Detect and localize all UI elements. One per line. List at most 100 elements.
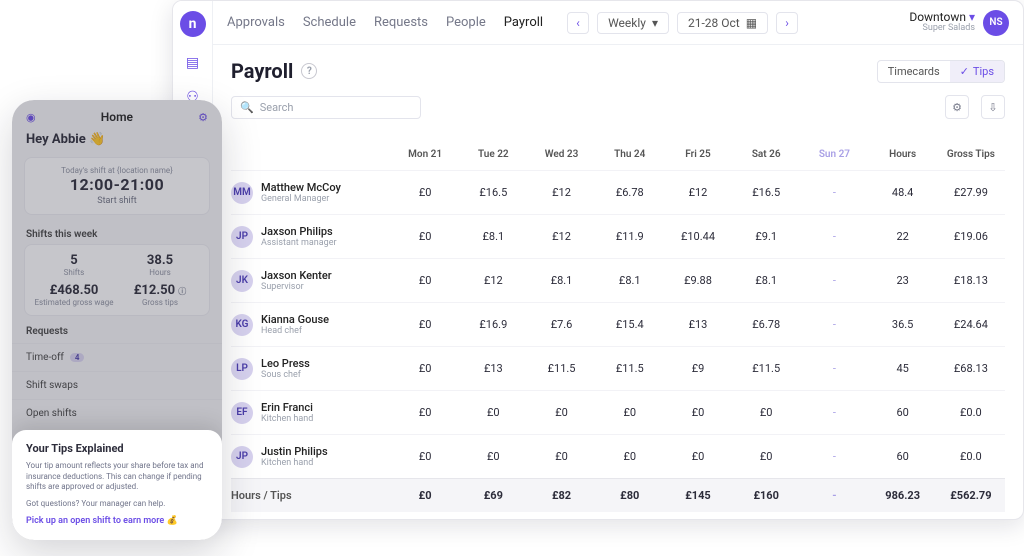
- mobile-title: Home: [36, 110, 199, 124]
- employee-name: Leo Press: [261, 357, 310, 370]
- employee-name: Kianna Gouse: [261, 313, 329, 326]
- avatar: LP: [231, 358, 253, 380]
- user-avatar[interactable]: NS: [983, 10, 1009, 36]
- shift-subtitle: Today's shift at {location name}: [35, 166, 199, 175]
- col-mon: Mon 21: [391, 139, 459, 171]
- settings-button[interactable]: ⚙: [945, 95, 969, 119]
- stat-est-wage: £468.50Estimated gross wage: [31, 283, 117, 307]
- tip-cell: £0: [391, 303, 459, 347]
- requests-label: Requests: [12, 316, 222, 341]
- tip-cell: £0: [527, 391, 595, 435]
- location-switcher[interactable]: Downtown ▾ Super Salads: [909, 11, 975, 34]
- mobile-header: ◉ Home ⚙: [12, 100, 222, 128]
- export-button[interactable]: ⇩: [981, 95, 1005, 119]
- employee-cell[interactable]: JPJaxson PhilipsAssistant manager: [231, 215, 391, 259]
- tip-cell: £9: [664, 347, 732, 391]
- start-shift-action[interactable]: Start shift: [35, 196, 199, 206]
- gear-icon[interactable]: ⚙: [198, 111, 208, 124]
- desktop-window: n ▤ ⚇ Approvals Schedule Requests People…: [172, 0, 1024, 520]
- badge-count: 4: [70, 353, 85, 362]
- table-row[interactable]: MMMatthew McCoyGeneral Manager£0£16.5£12…: [231, 171, 1005, 215]
- tip-cell: £16.9: [459, 303, 527, 347]
- period-prev-button[interactable]: ‹: [567, 12, 589, 34]
- nav-requests[interactable]: Requests: [374, 15, 428, 30]
- employee-role: Kitchen hand: [261, 414, 313, 424]
- tip-cell: £15.4: [596, 303, 664, 347]
- employee-cell[interactable]: LPLeo PressSous chef: [231, 347, 391, 391]
- stats-card: 5Shifts 38.5Hours £468.50Estimated gross…: [24, 244, 210, 316]
- tip-cell: 48.4: [869, 171, 937, 215]
- employee-cell[interactable]: KG Kianna GouseHead chef: [231, 303, 391, 347]
- request-time-off[interactable]: Time-off 4: [12, 343, 222, 371]
- tip-cell: £18.13: [937, 259, 1005, 303]
- help-icon[interactable]: ?: [301, 63, 317, 79]
- mobile-greeting: Hey Abbie 👋: [12, 128, 222, 153]
- nav-schedule[interactable]: Schedule: [303, 15, 356, 30]
- download-icon: ⇩: [988, 101, 997, 114]
- employee-cell[interactable]: EFErin FranciKitchen hand: [231, 391, 391, 435]
- table-row[interactable]: LPLeo PressSous chef£0£13£11.5£11.5£9£11…: [231, 347, 1005, 391]
- nav-people[interactable]: People: [446, 15, 486, 30]
- tip-cell: 23: [869, 259, 937, 303]
- tip-cell: £0: [391, 215, 459, 259]
- stat-gross-tips: £12.50 ⓘ Gross tips: [117, 283, 203, 307]
- stat-hours: 38.5Hours: [117, 253, 203, 277]
- table-row[interactable]: JPJustin PhilipsKitchen hand£0£0£0£0£0£0…: [231, 435, 1005, 479]
- col-gross-tips: Gross Tips: [937, 139, 1005, 171]
- avatar: KG: [231, 314, 253, 336]
- tip-cell: £13: [459, 347, 527, 391]
- table-totals-row: Hours / Tips £0 £69 £82 £80 £145 £160 - …: [231, 479, 1005, 513]
- col-hours: Hours: [869, 139, 937, 171]
- employee-name: Jaxson Kenter: [261, 269, 332, 282]
- employee-cell[interactable]: JKJaxson KenterSupervisor: [231, 259, 391, 303]
- profile-icon[interactable]: ◉: [26, 111, 36, 124]
- table-row[interactable]: EFErin FranciKitchen hand£0£0£0£0£0£0-60…: [231, 391, 1005, 435]
- employee-role: Assistant manager: [261, 238, 337, 248]
- toggle-tips[interactable]: ✓Tips: [950, 61, 1004, 82]
- period-mode-select[interactable]: Weekly ▾: [597, 12, 669, 34]
- request-shift-swaps[interactable]: Shift swaps: [12, 371, 222, 399]
- tip-cell: -: [800, 347, 868, 391]
- employee-role: Head chef: [261, 326, 329, 336]
- period-range-select[interactable]: 21-28 Oct ▦: [677, 12, 768, 34]
- tip-cell: -: [800, 435, 868, 479]
- tip-cell: 60: [869, 391, 937, 435]
- chevron-down-icon: ▾: [652, 16, 658, 30]
- tip-cell: £8.1: [596, 259, 664, 303]
- col-fri: Fri 25: [664, 139, 732, 171]
- search-input[interactable]: 🔍 Search: [231, 96, 421, 119]
- employee-cell[interactable]: MMMatthew McCoyGeneral Manager: [231, 171, 391, 215]
- chevron-down-icon: ▾: [969, 10, 975, 24]
- col-thu: Thu 24: [596, 139, 664, 171]
- table-row[interactable]: KGKianna GouseHead chef£0£16.9£7.6£15.4£…: [231, 303, 1005, 347]
- period-next-button[interactable]: ›: [776, 12, 798, 34]
- avatar: MM: [231, 182, 253, 204]
- info-icon[interactable]: ⓘ: [178, 287, 186, 296]
- tip-cell: £0: [596, 435, 664, 479]
- tip-cell: 22: [869, 215, 937, 259]
- tip-cell: £0.0: [937, 435, 1005, 479]
- table-row[interactable]: JKJaxson KenterSupervisor£0£12£8.1£8.1£9…: [231, 259, 1005, 303]
- tip-cell: £0: [391, 391, 459, 435]
- avatar: EF: [231, 402, 253, 424]
- nav-payroll[interactable]: Payroll: [504, 15, 543, 30]
- toggle-timecards[interactable]: Timecards: [878, 61, 950, 82]
- main-pane: Approvals Schedule Requests People Payro…: [213, 1, 1023, 519]
- app-logo-icon[interactable]: n: [180, 11, 206, 37]
- search-icon: 🔍: [240, 101, 254, 114]
- table-row[interactable]: JPJaxson PhilipsAssistant manager£0£8.1£…: [231, 215, 1005, 259]
- employee-cell[interactable]: JPJustin PhilipsKitchen hand: [231, 435, 391, 479]
- page-title: Payroll ?: [231, 59, 317, 83]
- col-wed: Wed 23: [527, 139, 595, 171]
- primary-nav: Approvals Schedule Requests People Payro…: [227, 15, 543, 30]
- today-shift-card[interactable]: Today's shift at {location name} 12:00-2…: [24, 157, 210, 215]
- sheet-cta-link[interactable]: Pick up an open shift to earn more 💰: [26, 516, 208, 526]
- nav-approvals[interactable]: Approvals: [227, 15, 285, 30]
- avatar: JK: [231, 270, 253, 292]
- calendar-icon[interactable]: ▤: [186, 55, 199, 71]
- tip-cell: -: [800, 303, 868, 347]
- tip-cell: 45: [869, 347, 937, 391]
- request-open-shifts[interactable]: Open shifts: [12, 399, 222, 427]
- tip-cell: £0: [391, 435, 459, 479]
- check-icon: ✓: [960, 65, 969, 78]
